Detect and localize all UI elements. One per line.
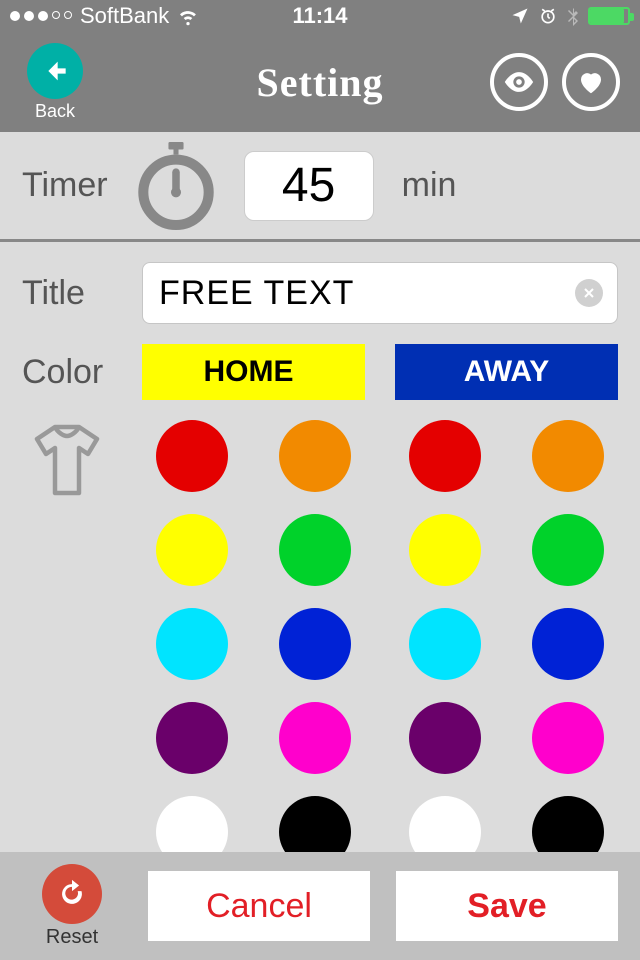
away-color-swatch[interactable]: [409, 608, 481, 680]
save-button[interactable]: Save: [396, 871, 618, 941]
eye-icon: [502, 65, 536, 99]
cancel-label: Cancel: [206, 887, 312, 926]
signal-strength-icon: [10, 11, 72, 21]
preview-button[interactable]: [490, 53, 548, 111]
cancel-button[interactable]: Cancel: [148, 871, 370, 941]
home-color-swatch[interactable]: [279, 608, 351, 680]
stopwatch-icon: [136, 146, 216, 226]
title-input[interactable]: FREE TEXT: [142, 262, 618, 324]
away-color-palette: [395, 420, 618, 852]
home-color-swatch[interactable]: [156, 702, 228, 774]
back-button[interactable]: Back: [20, 43, 90, 122]
home-color-swatch[interactable]: [156, 514, 228, 586]
home-color-swatch[interactable]: [279, 420, 351, 492]
heart-icon: [576, 67, 606, 97]
away-color-swatch[interactable]: [409, 796, 481, 852]
away-color-swatch[interactable]: [532, 420, 604, 492]
home-color-swatch[interactable]: [156, 608, 228, 680]
reset-icon: [55, 877, 89, 911]
reset-label: Reset: [46, 926, 98, 949]
back-arrow-icon: [39, 55, 71, 87]
home-color-swatch[interactable]: [279, 514, 351, 586]
footer: Reset Cancel Save: [0, 852, 640, 960]
away-color-swatch[interactable]: [409, 420, 481, 492]
bluetooth-icon: [566, 6, 580, 26]
clock-label: 11:14: [292, 3, 347, 29]
alarm-icon: [538, 6, 558, 26]
clear-title-button[interactable]: [575, 279, 603, 307]
shirt-icon: [22, 420, 142, 500]
away-color-swatch[interactable]: [532, 608, 604, 680]
tab-home-label: HOME: [214, 355, 294, 389]
save-label: Save: [467, 887, 546, 926]
wifi-icon: [177, 5, 199, 27]
title-value: FREE TEXT: [159, 274, 354, 313]
away-color-swatch[interactable]: [409, 702, 481, 774]
timer-label: Timer: [22, 166, 108, 205]
tab-home[interactable]: HOME: [142, 344, 365, 400]
title-label: Title: [22, 274, 142, 313]
timer-unit: min: [402, 166, 457, 205]
app-header: Back Setting: [0, 32, 640, 132]
home-color-swatch[interactable]: [279, 702, 351, 774]
back-label: Back: [35, 101, 75, 122]
battery-icon: [588, 7, 630, 25]
home-color-swatch[interactable]: [156, 420, 228, 492]
close-icon: [583, 287, 595, 299]
away-color-swatch[interactable]: [532, 796, 604, 852]
away-color-swatch[interactable]: [409, 514, 481, 586]
home-color-palette: [142, 420, 365, 852]
favorite-button[interactable]: [562, 53, 620, 111]
timer-value: 45: [282, 158, 335, 213]
away-color-swatch[interactable]: [532, 514, 604, 586]
timer-input[interactable]: 45: [244, 151, 374, 221]
color-label: Color: [22, 353, 142, 392]
timer-section: Timer 45 min: [0, 132, 640, 242]
location-icon: [510, 6, 530, 26]
away-color-swatch[interactable]: [532, 702, 604, 774]
home-color-swatch[interactable]: [156, 796, 228, 852]
reset-button[interactable]: Reset: [22, 864, 122, 949]
carrier-label: SoftBank: [80, 3, 169, 29]
home-color-swatch[interactable]: [279, 796, 351, 852]
tab-away[interactable]: AWAY: [395, 344, 618, 400]
tab-away-label: AWAY: [464, 355, 550, 389]
form-area: Title FREE TEXT Color HOME AWAY: [0, 242, 640, 852]
status-bar: SoftBank 11:14: [0, 0, 640, 32]
